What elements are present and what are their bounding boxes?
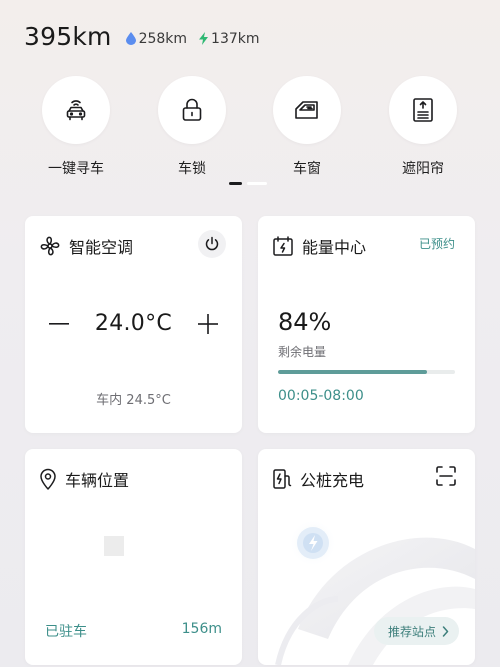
electric-range-value: 137km <box>211 30 260 47</box>
location-title: 车辆位置 <box>39 467 129 491</box>
location-title-text: 车辆位置 <box>65 471 130 490</box>
fuel-range: 258km <box>125 30 188 47</box>
chevron-right-icon <box>442 625 449 637</box>
page-dot[interactable] <box>247 182 267 185</box>
power-icon <box>205 236 219 251</box>
find-car-label: 一键寻车 <box>48 161 104 177</box>
page-dot-active[interactable] <box>229 182 242 185</box>
energy-title-text: 能量中心 <box>302 238 367 257</box>
parking-status: 已驻车 <box>45 624 87 640</box>
window-button[interactable] <box>273 76 341 144</box>
charging-title-text: 公桩充电 <box>300 471 365 490</box>
minus-icon <box>49 322 69 325</box>
range-header: 395km 258km 137km <box>24 22 260 51</box>
temperature-control: 24.0°C <box>25 311 242 336</box>
quick-lock[interactable]: 车锁 <box>142 76 242 178</box>
energy-status-badge[interactable]: 已预约 <box>419 235 455 252</box>
climate-title-text: 智能空调 <box>69 238 134 257</box>
find-car-button[interactable] <box>42 76 110 144</box>
temp-increase-button[interactable] <box>196 312 220 336</box>
lightning-icon <box>199 32 209 45</box>
charging-station-icon <box>273 469 292 489</box>
temp-decrease-button[interactable] <box>47 312 71 336</box>
fan-icon <box>40 236 60 256</box>
scan-icon <box>436 466 456 486</box>
energy-title: 能量中心 <box>272 234 366 258</box>
climate-power-button[interactable] <box>198 230 226 258</box>
electric-range: 137km <box>199 30 260 47</box>
car-window-icon <box>295 101 318 119</box>
map-placeholder <box>104 536 124 556</box>
inside-temperature: 车内 24.5°C <box>96 393 171 408</box>
car-distance: 156m <box>181 621 222 637</box>
total-range: 395km <box>24 22 112 51</box>
window-label: 车窗 <box>293 161 321 177</box>
charge-schedule: 00:05-08:00 <box>278 388 364 404</box>
recommended-stations-button[interactable]: 推荐站点 <box>373 617 459 645</box>
recommended-stations-label: 推荐站点 <box>387 624 436 639</box>
battery-progress-fill <box>278 370 427 374</box>
charging-title: 公桩充电 <box>272 467 364 491</box>
lock-button[interactable] <box>158 76 226 144</box>
quick-window[interactable]: 车窗 <box>257 76 357 178</box>
page-indicator <box>229 182 267 185</box>
battery-progress-bar <box>278 370 455 374</box>
climate-title: 智能空调 <box>39 234 133 258</box>
energy-card[interactable]: 能量中心 已预约 84% 剩余电量 00:05-08:00 <box>258 216 475 433</box>
sunshade-label: 遮阳帘 <box>402 161 444 177</box>
quick-sunshade[interactable]: 遮阳帘 <box>373 76 473 178</box>
location-pin-icon <box>40 468 56 490</box>
quick-find-car[interactable]: 一键寻车 <box>26 76 126 178</box>
battery-label: 剩余电量 <box>278 345 327 359</box>
location-card[interactable]: 车辆位置 已驻车 156m <box>25 449 242 665</box>
set-temperature: 24.0°C <box>94 311 173 336</box>
quick-controls: 一键寻车 车锁 车窗 遮阳帘 <box>0 76 500 186</box>
sunshade-icon <box>413 98 433 122</box>
lock-label: 车锁 <box>178 161 206 177</box>
scan-button[interactable] <box>433 463 459 489</box>
sunshade-button[interactable] <box>389 76 457 144</box>
climate-card[interactable]: 智能空调 24.0°C 车内 24.5°C <box>25 216 242 433</box>
lock-icon <box>182 98 202 121</box>
plus-icon <box>198 313 218 334</box>
charging-card[interactable]: 公桩充电 推荐站点 <box>258 449 475 665</box>
droplet-icon <box>125 32 136 45</box>
fuel-range-value: 258km <box>138 30 188 47</box>
battery-calendar-icon <box>273 236 293 256</box>
car-signal-icon <box>66 100 86 121</box>
battery-percent: 84% <box>278 308 332 336</box>
